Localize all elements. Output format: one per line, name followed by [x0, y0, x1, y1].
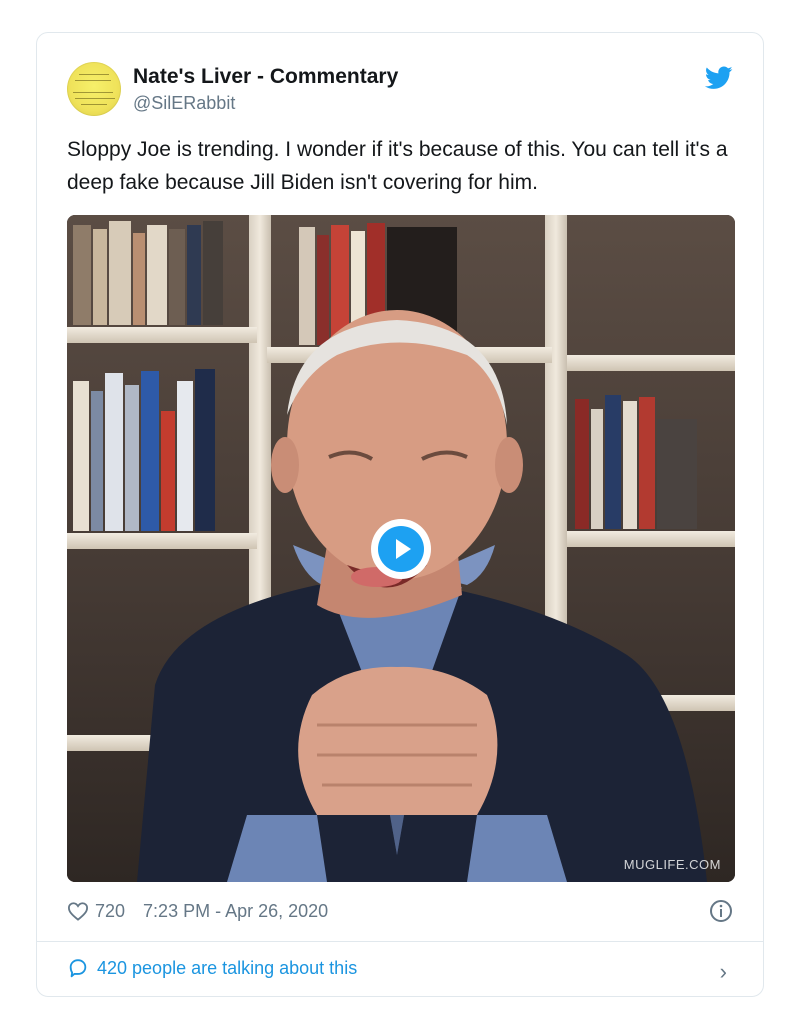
- avatar[interactable]: [67, 62, 121, 116]
- divider: [37, 941, 763, 942]
- twitter-bird-icon[interactable]: [705, 66, 733, 90]
- tweet-text: Sloppy Joe is trending. I wonder if it's…: [67, 138, 728, 194]
- author-display-name[interactable]: Nate's Liver - Commentary: [133, 65, 398, 89]
- author-handle[interactable]: @SilERabbit: [133, 93, 235, 114]
- video-watermark: MUGLIFE.COM: [623, 857, 721, 872]
- comment-bubble-icon: [69, 959, 87, 978]
- play-icon: [378, 526, 424, 572]
- like-count[interactable]: 720: [95, 901, 125, 922]
- info-icon[interactable]: [709, 899, 733, 923]
- heart-icon[interactable]: [67, 901, 89, 921]
- tweet-meta: 720 7:23 PM - Apr 26, 2020: [67, 899, 328, 923]
- conversation-link[interactable]: 420 people are talking about this: [67, 957, 357, 979]
- chevron-right-icon[interactable]: ›: [720, 959, 727, 985]
- conversation-label: 420 people are talking about this: [97, 957, 358, 978]
- tweet-card: Nate's Liver - Commentary @SilERabbit Sl…: [36, 32, 764, 997]
- tweet-timestamp[interactable]: 7:23 PM - Apr 26, 2020: [143, 901, 328, 922]
- play-button[interactable]: [371, 519, 431, 579]
- tweet-video[interactable]: MUGLIFE.COM: [67, 215, 735, 882]
